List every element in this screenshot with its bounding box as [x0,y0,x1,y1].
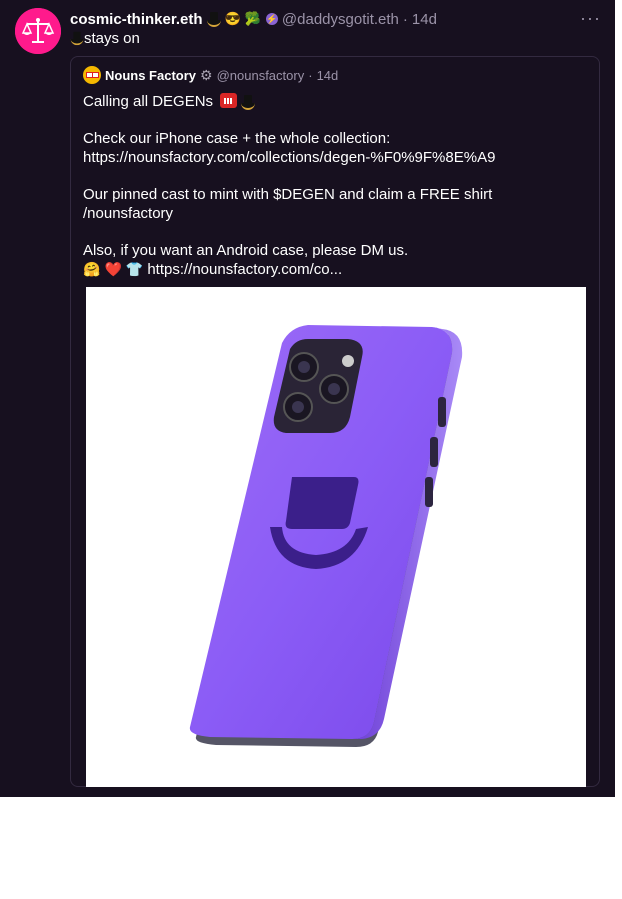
sunglasses-emoji-icon: 😎 [224,11,241,26]
more-options-icon[interactable]: ··· [580,8,601,29]
quoted-author-avatar[interactable] [83,66,101,84]
power-badge-icon: ⚡ [265,13,278,25]
top-hat-emoji-icon [206,11,221,28]
embedded-image[interactable] [86,287,586,787]
red-heart-emoji-icon: ❤️ [104,261,122,277]
timestamp[interactable]: 14d [412,11,437,28]
cast-text: stays on [84,30,140,47]
phone-case-image [189,325,463,747]
telephone-emoji-icon [220,93,238,108]
quoted-line: 🤗 ❤️ 👕 https://nounsfactory.com/co... [83,260,593,279]
quoted-cast[interactable]: Nouns Factory ⚙ @nounsfactory · 14d Call… [70,56,600,787]
tshirt-emoji-icon: 👕 [125,261,144,277]
quoted-author-handle[interactable]: @nounsfactory [217,68,305,83]
author-name[interactable]: cosmic-thinker.eth [70,11,203,28]
gear-icon: ⚙ [200,66,213,83]
scales-icon [15,8,61,54]
top-hat-icon [241,94,256,110]
cast-body: stays on [70,30,140,47]
cast-card: cosmic-thinker.eth 😎 🥦 ⚡ @daddysgotit.et… [0,0,615,797]
separator: · [402,10,408,28]
quoted-cast-header: Nouns Factory ⚙ @nounsfactory · 14d [83,66,338,84]
truncated-link[interactable]: https://nounsfactory.com/co... [147,261,342,278]
quoted-line: Our pinned cast to mint with $DEGEN and … [83,186,493,203]
quoted-line: Also, if you want an Android case, pleas… [83,242,409,259]
collection-link[interactable]: https://nounsfactory.com/collections/deg… [83,148,593,167]
top-hat-icon [70,31,84,46]
separator: · [308,67,313,83]
channel-link[interactable]: /nounsfactory [83,204,593,223]
quoted-line: Calling all DEGENs [83,92,593,111]
quoted-timestamp[interactable]: 14d [317,68,339,83]
cast-header: cosmic-thinker.eth 😎 🥦 ⚡ @daddysgotit.et… [70,9,437,29]
quoted-line: Check our iPhone case + the whole collec… [83,130,391,147]
author-avatar[interactable] [15,8,61,54]
author-handle[interactable]: @daddysgotit.eth [282,11,399,28]
hugging-face-emoji-icon: 🤗 [83,261,101,277]
quoted-author-name[interactable]: Nouns Factory [105,68,196,83]
quoted-cast-text: Calling all DEGENs Check our iPhone case… [83,92,593,279]
broccoli-emoji-icon: 🥦 [244,11,261,26]
